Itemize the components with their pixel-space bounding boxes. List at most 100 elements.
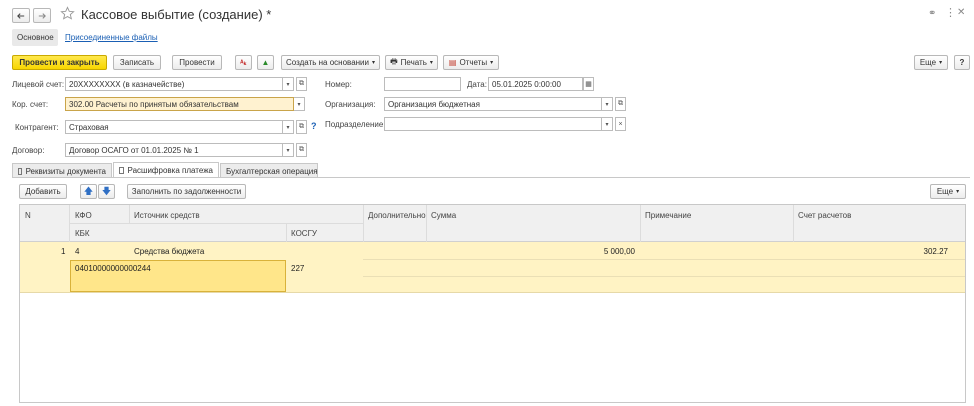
subdivision-field[interactable] <box>384 117 602 131</box>
header-sum[interactable]: Сумма <box>431 211 456 220</box>
chevron-down-icon: ▾ <box>286 81 290 88</box>
header-n[interactable]: N <box>25 211 31 220</box>
header-kfo[interactable]: КФО <box>75 211 92 220</box>
subdivision-dropdown[interactable]: ▾ <box>602 117 613 131</box>
row-divider <box>363 259 965 260</box>
counterparty-dropdown[interactable]: ▾ <box>283 120 294 134</box>
structure-button[interactable]: ▲ <box>257 55 274 70</box>
cell-sum: 5 000,00 <box>603 247 635 256</box>
arrow-up-icon: 🡅 <box>83 185 94 196</box>
document-icon <box>18 167 22 175</box>
contract-open[interactable]: ⧉ <box>296 143 307 157</box>
contract-dropdown[interactable]: ▾ <box>283 143 294 157</box>
header-divider <box>70 223 364 224</box>
header-note[interactable]: Примечание <box>645 211 691 220</box>
personal-account-field[interactable]: 20XXXXXXXX (в казначействе) <box>65 77 283 91</box>
print-button[interactable]: 🖶 Печать ▾ <box>385 55 438 70</box>
personal-account-dropdown[interactable]: ▾ <box>283 77 294 91</box>
arrow-right-icon <box>38 12 46 19</box>
col-divider <box>129 205 130 224</box>
calendar-button[interactable]: ▦ <box>583 77 594 91</box>
open-icon: ⧉ <box>299 146 304 153</box>
post-and-close-button[interactable]: Провести и закрыть <box>12 55 107 70</box>
tab-panel-border <box>12 177 970 178</box>
back-button[interactable] <box>12 8 30 23</box>
cell-kfo: 4 <box>75 247 80 256</box>
chevron-down-icon: ▾ <box>297 101 301 108</box>
table-icon <box>119 167 124 174</box>
section-main-label: Основное <box>17 33 54 42</box>
cell-account: 302.27 <box>923 247 948 256</box>
header-account[interactable]: Счет расчетов <box>798 211 851 220</box>
chevron-down-icon: ▾ <box>956 189 960 195</box>
dt-kt-button[interactable]: ᴬₖ <box>235 55 252 70</box>
tab-accounting-operation[interactable]: Бухгалтерская операция <box>220 163 318 178</box>
header-kbk[interactable]: КБК <box>75 229 90 238</box>
chevron-down-icon: ▾ <box>605 121 609 128</box>
close-icon[interactable]: ✕ <box>957 7 965 18</box>
contract-label: Договор: <box>12 146 45 155</box>
corr-account-label: Кор. счет: <box>12 100 49 109</box>
number-label: Номер: <box>325 80 352 89</box>
open-icon: ⧉ <box>618 100 623 107</box>
dt-kt-icon: ᴬₖ <box>240 59 247 67</box>
more-button[interactable]: Еще ▾ <box>914 55 948 70</box>
header-additional[interactable]: Дополнительно <box>368 211 426 220</box>
save-button[interactable]: Записать <box>113 55 161 70</box>
subdivision-clear[interactable]: × <box>615 117 626 131</box>
tree-icon: ▲ <box>261 58 270 67</box>
calendar-icon: ▦ <box>585 81 592 88</box>
fill-by-debt-button[interactable]: Заполнить по задолженности <box>127 184 246 199</box>
arrow-left-icon <box>17 12 25 19</box>
row-divider <box>363 276 965 277</box>
organization-field[interactable]: Организация бюджетная <box>384 97 602 111</box>
cell-source: Средства бюджета <box>134 247 205 256</box>
tab-document-details[interactable]: Реквизиты документа <box>12 163 112 178</box>
tab-payment-breakdown[interactable]: Расшифровка платежа <box>113 162 219 178</box>
cell-kbk: 04010000000000244 <box>75 264 151 273</box>
move-up-button[interactable]: 🡅 <box>80 184 97 199</box>
report-icon: ▤ <box>448 58 457 67</box>
star-icon <box>60 6 75 20</box>
add-button[interactable]: Добавить <box>19 184 67 199</box>
chevron-down-icon: ▾ <box>286 147 290 154</box>
subdivision-label: Подразделение: <box>325 120 386 129</box>
open-icon: ⧉ <box>299 123 304 130</box>
date-field[interactable]: 05.01.2025 0:00:00 <box>488 77 583 91</box>
chevron-down-icon: ▾ <box>939 60 943 66</box>
organization-dropdown[interactable]: ▾ <box>602 97 613 111</box>
chevron-down-icon: ▾ <box>372 60 376 66</box>
number-field[interactable] <box>384 77 461 91</box>
kebab-icon[interactable]: ⋮ <box>945 6 956 19</box>
counterparty-help[interactable]: ? <box>311 121 317 131</box>
open-icon: ⧉ <box>299 80 304 87</box>
move-down-button[interactable]: 🡇 <box>98 184 115 199</box>
table-more-button[interactable]: Еще ▾ <box>930 184 966 199</box>
cell-kosgu: 227 <box>291 264 305 273</box>
header-kosgu[interactable]: КОСГУ <box>291 229 317 238</box>
reports-button[interactable]: ▤ Отчеты ▾ <box>443 55 499 70</box>
date-label: Дата: <box>467 80 487 89</box>
section-attached-files[interactable]: Присоединенные файлы <box>65 33 158 42</box>
personal-account-open[interactable]: ⧉ <box>296 77 307 91</box>
corr-account-field[interactable]: 302.00 Расчеты по принятым обязательства… <box>65 97 294 111</box>
counterparty-label: Контрагент: <box>15 123 59 132</box>
contract-field[interactable]: Договор ОСАГО от 01.01.2025 № 1 <box>65 143 283 157</box>
data-table: N КФО Источник средств Дополнительно Сум… <box>19 204 966 403</box>
favorite-star[interactable] <box>60 6 76 22</box>
chevron-down-icon: ▾ <box>605 101 609 108</box>
counterparty-field[interactable]: Страховая <box>65 120 283 134</box>
forward-button[interactable] <box>33 8 51 23</box>
printer-icon: 🖶 <box>390 56 398 66</box>
chevron-down-icon: ▾ <box>490 60 494 66</box>
chevron-down-icon: ▾ <box>429 60 433 66</box>
cell-n: 1 <box>61 247 66 256</box>
help-button[interactable]: ? <box>954 55 970 70</box>
header-source[interactable]: Источник средств <box>134 211 200 220</box>
post-button[interactable]: Провести <box>172 55 222 70</box>
link-icon[interactable]: ⚭ <box>928 8 936 19</box>
create-based-on-button[interactable]: Создать на основании ▾ <box>281 55 380 70</box>
corr-account-dropdown[interactable]: ▾ <box>294 97 305 111</box>
counterparty-open[interactable]: ⧉ <box>296 120 307 134</box>
organization-open[interactable]: ⧉ <box>615 97 626 111</box>
